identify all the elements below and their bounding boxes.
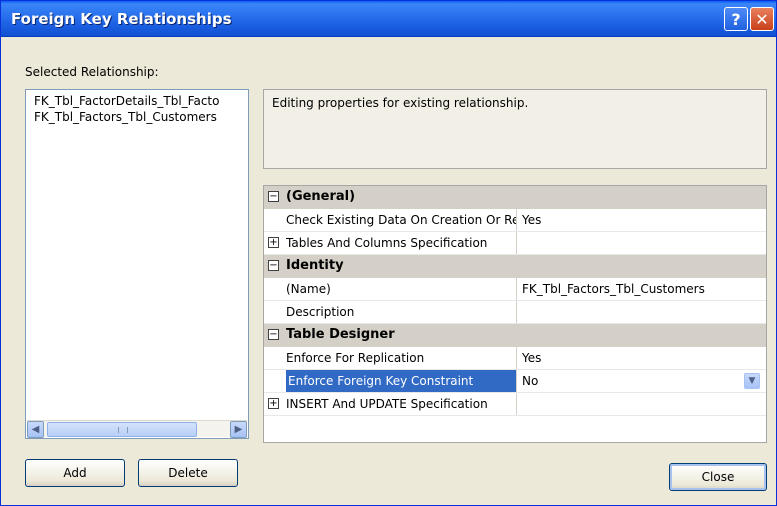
add-button-label: Add	[63, 466, 87, 480]
property-grid[interactable]: − (General) Check Existing Data On Creat…	[263, 185, 767, 443]
close-window-button[interactable]: ✕	[750, 7, 774, 31]
category-identity[interactable]: − Identity	[264, 255, 766, 278]
list-item[interactable]: FK_Tbl_Factors_Tbl_Customers	[34, 110, 248, 124]
collapse-icon[interactable]: −	[268, 329, 279, 340]
property-value[interactable]: Yes	[522, 347, 762, 369]
expand-icon[interactable]: +	[268, 237, 279, 248]
property-row-name[interactable]: (Name) FK_Tbl_Factors_Tbl_Customers	[264, 278, 766, 301]
property-name: Tables And Columns Specification	[286, 232, 517, 254]
scroll-thumb[interactable]	[47, 422, 197, 437]
property-row-check-existing[interactable]: Check Existing Data On Creation Or Re-En…	[264, 209, 766, 232]
property-row-enforce-fk[interactable]: Enforce Foreign Key Constraint No ▼	[264, 370, 766, 393]
relationship-list[interactable]: FK_Tbl_FactorDetails_Tbl_Facto FK_Tbl_Fa…	[25, 89, 249, 439]
property-value-dropdown[interactable]: No	[522, 370, 762, 392]
property-value[interactable]: Yes	[522, 209, 762, 231]
category-label: (General)	[286, 189, 356, 204]
horizontal-scrollbar[interactable]: ◀ ▶	[27, 420, 247, 438]
window-title: Foreign Key Relationships	[11, 10, 232, 28]
delete-button[interactable]: Delete	[138, 459, 238, 487]
category-general[interactable]: − (General)	[264, 186, 766, 209]
close-button[interactable]: Close	[669, 463, 767, 491]
property-row-description[interactable]: Description	[264, 301, 766, 324]
close-button-label: Close	[701, 470, 735, 484]
chevron-down-icon: ▼	[748, 376, 756, 386]
title-bar[interactable]: Foreign Key Relationships ? ✕	[1, 1, 776, 37]
property-value[interactable]	[522, 393, 762, 415]
grip-icon	[118, 427, 128, 433]
dropdown-button[interactable]: ▼	[744, 373, 760, 389]
add-button[interactable]: Add	[25, 459, 125, 487]
category-label: Identity	[286, 258, 344, 273]
list-item[interactable]: FK_Tbl_FactorDetails_Tbl_Facto	[34, 94, 248, 108]
property-value[interactable]	[522, 232, 762, 254]
scroll-right-button[interactable]: ▶	[230, 421, 247, 438]
description-text: Editing properties for existing relation…	[272, 96, 529, 110]
scroll-left-button[interactable]: ◀	[27, 421, 44, 438]
property-name: Enforce For Replication	[286, 347, 517, 369]
category-table-designer[interactable]: − Table Designer	[264, 324, 766, 347]
property-name: Enforce Foreign Key Constraint	[286, 370, 517, 392]
close-icon: ✕	[755, 9, 769, 29]
expand-icon[interactable]: +	[268, 398, 279, 409]
property-name: Description	[286, 301, 517, 323]
description-panel: Editing properties for existing relation…	[263, 89, 767, 169]
foreign-key-relationships-dialog: Foreign Key Relationships ? ✕ Selected R…	[0, 0, 777, 506]
property-row-insert-update[interactable]: + INSERT And UPDATE Specification	[264, 393, 766, 416]
help-icon: ?	[731, 9, 741, 29]
property-value[interactable]: FK_Tbl_Factors_Tbl_Customers	[522, 278, 762, 300]
property-name: Check Existing Data On Creation Or Re-En…	[286, 209, 517, 231]
collapse-icon[interactable]: −	[268, 191, 279, 202]
chevron-right-icon: ▶	[234, 424, 243, 435]
property-row-tables-columns[interactable]: + Tables And Columns Specification	[264, 232, 766, 255]
category-label: Table Designer	[286, 327, 395, 342]
delete-button-label: Delete	[168, 466, 208, 480]
help-button[interactable]: ?	[724, 7, 748, 31]
property-name: INSERT And UPDATE Specification	[286, 393, 517, 415]
property-row-enforce-replication[interactable]: Enforce For Replication Yes	[264, 347, 766, 370]
collapse-icon[interactable]: −	[268, 260, 279, 271]
selected-relationship-label: Selected Relationship:	[25, 65, 159, 79]
chevron-left-icon: ◀	[31, 424, 40, 435]
property-name: (Name)	[286, 278, 517, 300]
property-value[interactable]	[522, 301, 762, 323]
